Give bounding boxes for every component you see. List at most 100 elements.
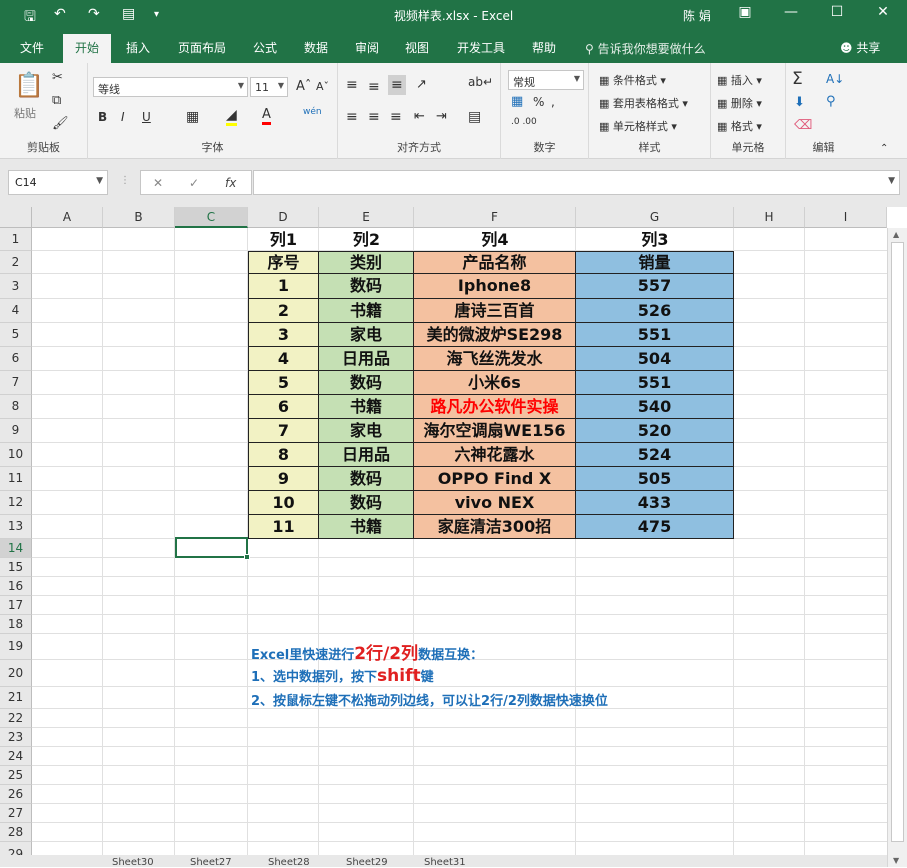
sheet-tab-sheet28[interactable]: Sheet28 xyxy=(268,857,310,868)
seq-cell[interactable]: 11 xyxy=(248,515,319,539)
currency-icon[interactable]: ▦ xyxy=(511,94,523,109)
row-header-21[interactable]: 21 xyxy=(0,687,32,709)
row-header-22[interactable]: 22 xyxy=(0,709,32,728)
underline-button[interactable]: U xyxy=(142,110,151,124)
seq-cell[interactable]: 5 xyxy=(248,371,319,395)
header-product-name-cell[interactable]: 产品名称 xyxy=(414,251,576,274)
seq-cell[interactable]: 3 xyxy=(248,323,319,347)
row-header-12[interactable]: 12 xyxy=(0,491,32,515)
merge-center-icon[interactable]: ▤ xyxy=(468,109,481,125)
category-cell[interactable]: 书籍 xyxy=(319,515,414,539)
row-header-14[interactable]: 14 xyxy=(0,539,32,558)
row-header-25[interactable]: 25 xyxy=(0,766,32,785)
autosum-icon[interactable]: Σ xyxy=(792,69,803,89)
collapse-ribbon-icon[interactable]: ⌃ xyxy=(880,143,888,154)
col-title-1[interactable]: 列1 xyxy=(248,228,319,251)
name-box[interactable]: C14 ▼ xyxy=(8,170,108,195)
format-cells-button[interactable]: ▦ 格式 ▾ xyxy=(717,118,762,134)
sales-cell[interactable]: 505 xyxy=(576,467,734,491)
row-header-15[interactable]: 15 xyxy=(0,558,32,577)
border-icon[interactable]: ▦ xyxy=(186,109,199,125)
col-title-4[interactable]: 列4 xyxy=(414,228,576,251)
fill-handle[interactable] xyxy=(244,554,250,560)
font-color-icon[interactable]: A xyxy=(262,107,271,125)
paste-icon[interactable]: 📋 xyxy=(14,71,44,99)
sheet-tab-sheet29[interactable]: Sheet29 xyxy=(346,857,388,868)
conditional-format-button[interactable]: ▦ 条件格式 ▾ xyxy=(599,72,666,88)
scroll-down-icon[interactable]: ▼ xyxy=(893,856,899,865)
column-header-f[interactable]: F xyxy=(414,207,576,228)
seq-cell[interactable]: 2 xyxy=(248,299,319,323)
row-header-27[interactable]: 27 xyxy=(0,804,32,823)
product-name-cell[interactable]: 六神花露水 xyxy=(414,443,576,467)
close-icon[interactable]: ✕ xyxy=(868,4,898,20)
tab-page-layout[interactable]: 页面布局 xyxy=(178,39,226,56)
number-format-select[interactable]: 常规 ▼ xyxy=(508,70,584,90)
find-select-icon[interactable]: ⚲ xyxy=(826,94,836,109)
header-seq-cell[interactable]: 序号 xyxy=(248,251,319,274)
row-header-3[interactable]: 3 xyxy=(0,274,32,299)
row-header-16[interactable]: 16 xyxy=(0,577,32,596)
seq-cell[interactable]: 8 xyxy=(248,443,319,467)
category-cell[interactable]: 数码 xyxy=(319,371,414,395)
category-cell[interactable]: 数码 xyxy=(319,274,414,299)
scroll-up-icon[interactable]: ▲ xyxy=(893,230,899,239)
row-header-6[interactable]: 6 xyxy=(0,347,32,371)
tab-insert[interactable]: 插入 xyxy=(126,39,150,56)
increase-indent-icon[interactable]: ⇥ xyxy=(436,109,447,124)
percent-icon[interactable]: % xyxy=(533,95,544,109)
sales-cell[interactable]: 551 xyxy=(576,371,734,395)
align-bottom-icon[interactable]: ≡ xyxy=(388,75,406,95)
clear-icon[interactable]: ⌫ xyxy=(794,118,812,133)
row-header-17[interactable]: 17 xyxy=(0,596,32,615)
align-left-icon[interactable]: ≡ xyxy=(346,109,358,125)
tell-me-search[interactable]: ⚲ 告诉我你想要做什么 xyxy=(585,40,706,57)
row-header-4[interactable]: 4 xyxy=(0,299,32,323)
row-header-8[interactable]: 8 xyxy=(0,395,32,419)
product-name-cell[interactable]: Iphone8 xyxy=(414,274,576,299)
select-all-corner[interactable] xyxy=(0,207,32,228)
enter-icon[interactable]: ✓ xyxy=(189,176,199,190)
spreadsheet-grid[interactable]: ABCDEFGHI 1 2 3 4 5 6 7 8 9 10 11 12 13 14 15 16 17 18 19 2… xyxy=(0,207,907,867)
row-header-2[interactable]: 2 xyxy=(0,251,32,274)
cancel-icon[interactable]: ✕ xyxy=(153,176,163,190)
comma-icon[interactable]: , xyxy=(551,95,555,109)
product-name-cell[interactable]: 海尔空调扇WE156 xyxy=(414,419,576,443)
wrap-text-icon[interactable]: ab↵ xyxy=(468,75,493,89)
fill-icon[interactable]: ⬇ xyxy=(794,95,805,110)
category-cell[interactable]: 数码 xyxy=(319,491,414,515)
seq-cell[interactable]: 7 xyxy=(248,419,319,443)
minimize-icon[interactable]: — xyxy=(776,4,806,20)
cell-styles-button[interactable]: ▦ 单元格样式 ▾ xyxy=(599,118,677,134)
sheet-tab-sheet27[interactable]: Sheet27 xyxy=(190,857,232,868)
category-cell[interactable]: 日用品 xyxy=(319,443,414,467)
column-header-h[interactable]: H xyxy=(734,207,805,228)
column-header-b[interactable]: B xyxy=(103,207,175,228)
paste-button[interactable]: 粘贴 xyxy=(14,105,36,121)
delete-cells-button[interactable]: ▦ 删除 ▾ xyxy=(717,95,762,111)
col-title-2[interactable]: 列2 xyxy=(319,228,414,251)
vertical-scrollbar[interactable]: ▲ ▼ xyxy=(887,228,907,867)
cut-icon[interactable]: ✂ xyxy=(52,70,63,85)
note-line-3[interactable]: 2、按鼠标左键不松拖动列边线，可以让2行/2列数据快速换位 xyxy=(251,690,608,709)
align-center-icon[interactable]: ≡ xyxy=(368,109,380,125)
product-name-cell[interactable]: 路凡办公软件实操 xyxy=(414,395,576,419)
row-header-1[interactable]: 1 xyxy=(0,228,32,251)
product-name-cell[interactable]: 小米6s xyxy=(414,371,576,395)
insert-function-icon[interactable]: fx xyxy=(225,176,236,190)
align-top-icon[interactable]: ≡ xyxy=(346,77,358,93)
sales-cell[interactable]: 433 xyxy=(576,491,734,515)
column-header-a[interactable]: A xyxy=(32,207,103,228)
column-header-d[interactable]: D xyxy=(248,207,319,228)
note-line-1[interactable]: Excel里快速进行2行/2列数据互换： xyxy=(251,639,483,664)
row-header-23[interactable]: 23 xyxy=(0,728,32,747)
category-cell[interactable]: 书籍 xyxy=(319,395,414,419)
sales-cell[interactable]: 557 xyxy=(576,274,734,299)
grow-font-icon[interactable]: Aˆ xyxy=(296,79,311,94)
row-header-10[interactable]: 10 xyxy=(0,443,32,467)
category-cell[interactable]: 数码 xyxy=(319,467,414,491)
phonetic-icon[interactable]: wén xyxy=(303,107,322,117)
category-cell[interactable]: 日用品 xyxy=(319,347,414,371)
category-cell[interactable]: 书籍 xyxy=(319,299,414,323)
seq-cell[interactable]: 4 xyxy=(248,347,319,371)
